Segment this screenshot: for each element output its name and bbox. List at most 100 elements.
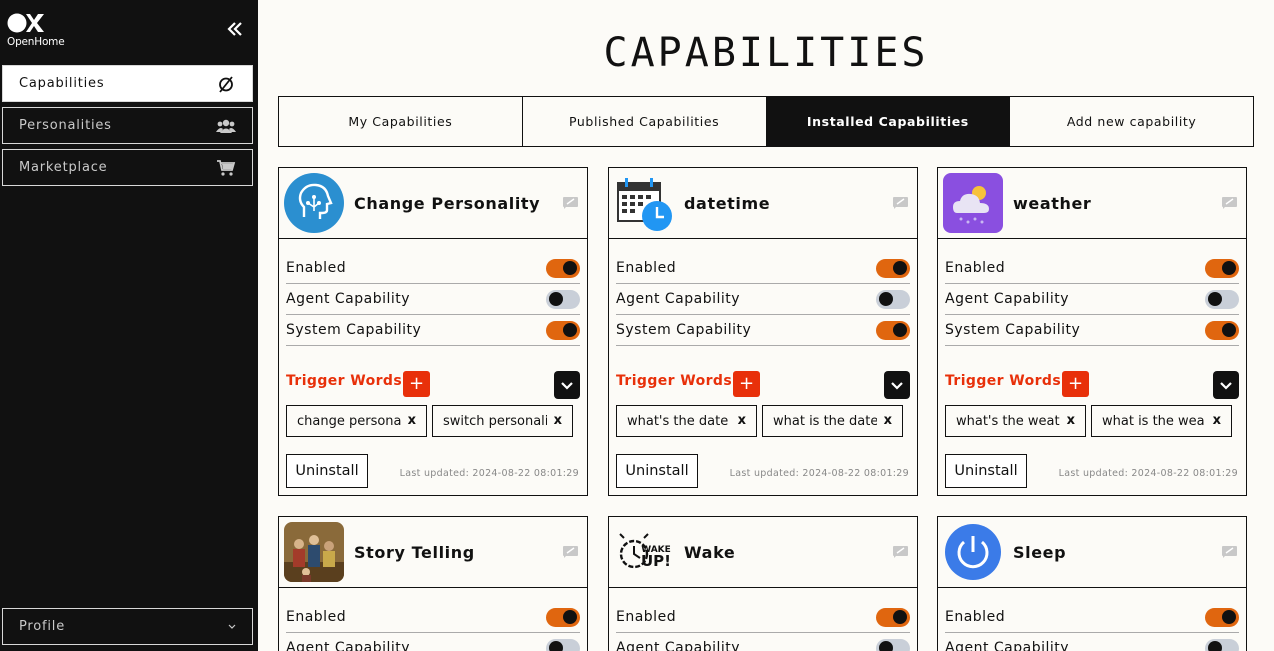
people-icon: [216, 116, 236, 136]
remove-trigger-button[interactable]: x: [408, 413, 416, 428]
agent-capability-toggle[interactable]: [876, 289, 910, 309]
enabled-toggle[interactable]: [546, 258, 580, 278]
last-updated: Last updated: 2024-08-22 08:01:29: [1058, 468, 1238, 479]
chevron-down-icon: [228, 624, 236, 629]
system-capability-toggle[interactable]: [546, 320, 580, 340]
trigger-text: change persona: [297, 413, 401, 429]
trigger-words-label: Trigger Words: [945, 373, 1062, 389]
expand-triggers-button[interactable]: [554, 371, 580, 399]
edit-icon[interactable]: [893, 544, 909, 558]
capability-card: datetime Enabled Agent Capability System…: [608, 167, 918, 496]
trigger-chip: switch personali x: [432, 405, 573, 437]
enabled-label: Enabled: [616, 260, 677, 276]
trigger-text: what is the date: [773, 413, 877, 429]
card-header: Story Telling: [279, 517, 587, 588]
expand-triggers-button[interactable]: [1213, 371, 1239, 399]
system-capability-label: System Capability: [286, 322, 422, 338]
agent-capability-label: Agent Capability: [616, 291, 741, 307]
sidebar-item-label: Capabilities: [19, 76, 105, 91]
chevron-down-icon: [561, 381, 573, 390]
collapse-sidebar-button[interactable]: [226, 20, 246, 40]
edit-icon[interactable]: [893, 195, 909, 209]
trigger-chip: what is the wea x: [1091, 405, 1232, 437]
add-trigger-button[interactable]: +: [1062, 371, 1089, 397]
logo-mark-icon: [7, 13, 44, 33]
enabled-label: Enabled: [286, 609, 347, 625]
agent-capability-row: Agent Capability: [616, 633, 910, 651]
trigger-words-label: Trigger Words: [286, 373, 403, 389]
card-title: Sleep: [1013, 543, 1067, 562]
trigger-chip: what is the date x: [762, 405, 903, 437]
uninstall-button[interactable]: Uninstall: [945, 454, 1027, 488]
edit-icon[interactable]: [1222, 544, 1238, 558]
enabled-row: Enabled: [616, 602, 910, 633]
enabled-label: Enabled: [945, 609, 1006, 625]
chevron-down-icon: [1220, 381, 1232, 390]
agent-capability-toggle[interactable]: [1205, 638, 1239, 651]
edit-icon[interactable]: [563, 544, 579, 558]
openhome-logo[interactable]: OpenHome: [7, 12, 77, 52]
enabled-row: Enabled: [286, 253, 580, 284]
add-trigger-button[interactable]: +: [733, 371, 760, 397]
card-header: Change Personality: [279, 168, 587, 239]
remove-trigger-button[interactable]: x: [884, 413, 892, 428]
capability-card: Sleep Enabled Agent Capability: [937, 516, 1247, 651]
system-capability-toggle[interactable]: [1205, 320, 1239, 340]
tab-installed-capabilities[interactable]: Installed Capabilities: [766, 97, 1011, 146]
enabled-toggle[interactable]: [546, 607, 580, 627]
uninstall-button[interactable]: Uninstall: [616, 454, 698, 488]
agent-capability-toggle[interactable]: [1205, 289, 1239, 309]
remove-trigger-button[interactable]: x: [554, 413, 562, 428]
card-title: datetime: [684, 194, 771, 213]
enabled-label: Enabled: [616, 609, 677, 625]
remove-trigger-button[interactable]: x: [738, 413, 746, 428]
system-capability-toggle[interactable]: [876, 320, 910, 340]
add-trigger-button[interactable]: +: [403, 371, 430, 397]
last-updated: Last updated: 2024-08-22 08:01:29: [729, 468, 909, 479]
enabled-toggle[interactable]: [1205, 258, 1239, 278]
sidebar: OpenHome Capabilities Personalities Mark…: [0, 0, 258, 651]
last-updated: Last updated: 2024-08-22 08:01:29: [399, 468, 579, 479]
enabled-toggle[interactable]: [1205, 607, 1239, 627]
agent-capability-label: Agent Capability: [286, 640, 411, 651]
system-capability-row: System Capability: [616, 315, 910, 346]
agent-capability-row: Agent Capability: [945, 284, 1239, 315]
profile-dropdown[interactable]: Profile: [2, 608, 253, 645]
enabled-toggle[interactable]: [876, 607, 910, 627]
sidebar-item-personalities[interactable]: Personalities: [2, 107, 253, 144]
card-title: Wake: [684, 543, 736, 562]
sidebar-item-marketplace[interactable]: Marketplace: [2, 149, 253, 186]
tab-add-new-capability[interactable]: Add new capability: [1010, 97, 1253, 146]
agent-capability-label: Agent Capability: [945, 640, 1070, 651]
sidebar-item-label: Personalities: [19, 118, 112, 133]
trigger-text: what is the wea: [1102, 413, 1205, 429]
tab-my-capabilities[interactable]: My Capabilities: [279, 97, 523, 146]
agent-capability-toggle[interactable]: [546, 289, 580, 309]
capability-card: Story Telling Enabled Agent Capability: [278, 516, 588, 651]
card-header: WAKE UP! Wake: [609, 517, 917, 588]
enabled-toggle[interactable]: [876, 258, 910, 278]
card-header: Sleep: [938, 517, 1246, 588]
ai-head-icon: [284, 173, 344, 233]
remove-trigger-button[interactable]: x: [1213, 413, 1221, 428]
agent-capability-label: Agent Capability: [286, 291, 411, 307]
power-icon: [943, 522, 1003, 582]
agent-capability-toggle[interactable]: [876, 638, 910, 651]
agent-capability-toggle[interactable]: [546, 638, 580, 651]
uninstall-button[interactable]: Uninstall: [286, 454, 368, 488]
trigger-text: what's the weat: [956, 413, 1060, 429]
trigger-chip: change persona x: [286, 405, 427, 437]
edit-icon[interactable]: [1222, 195, 1238, 209]
expand-triggers-button[interactable]: [884, 371, 910, 399]
enabled-row: Enabled: [945, 602, 1239, 633]
remove-trigger-button[interactable]: x: [1067, 413, 1075, 428]
sidebar-item-capabilities[interactable]: Capabilities: [2, 65, 253, 102]
trigger-chip: what's the weat x: [945, 405, 1086, 437]
weather-cloud-icon: [943, 173, 1003, 233]
sidebar-item-label: Marketplace: [19, 160, 108, 175]
edit-icon[interactable]: [563, 195, 579, 209]
agent-capability-row: Agent Capability: [945, 633, 1239, 651]
enabled-row: Enabled: [286, 602, 580, 633]
card-header: weather: [938, 168, 1246, 239]
tab-published-capabilities[interactable]: Published Capabilities: [523, 97, 767, 146]
